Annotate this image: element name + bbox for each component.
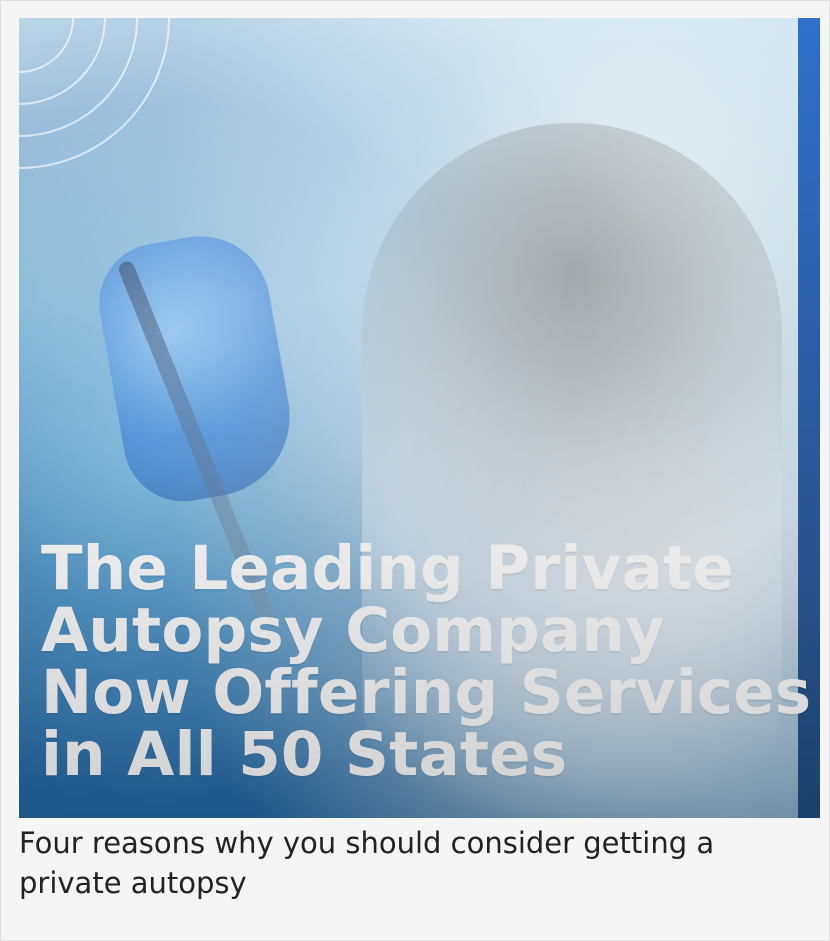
article-caption[interactable]: Four reasons why you should consider get… [19, 823, 799, 903]
hero-headline: The Leading Private Autopsy Company Now … [41, 533, 812, 790]
hero-headline-line-3: Now Offering Services [41, 657, 812, 728]
hero-headline-line-4: in All 50 States [41, 719, 568, 790]
hero-headline-line-2: Autopsy Company [41, 595, 665, 666]
hero-headline-line-1: The Leading Private [41, 533, 734, 604]
article-card[interactable]: The Leading Private Autopsy Company Now … [0, 0, 830, 941]
caption-line-1: Four reasons why you should consider get… [19, 826, 715, 860]
hero-image[interactable]: The Leading Private Autopsy Company Now … [19, 18, 820, 818]
concentric-arc-rings-icon [19, 18, 170, 169]
caption-line-2: private autopsy [19, 866, 247, 900]
